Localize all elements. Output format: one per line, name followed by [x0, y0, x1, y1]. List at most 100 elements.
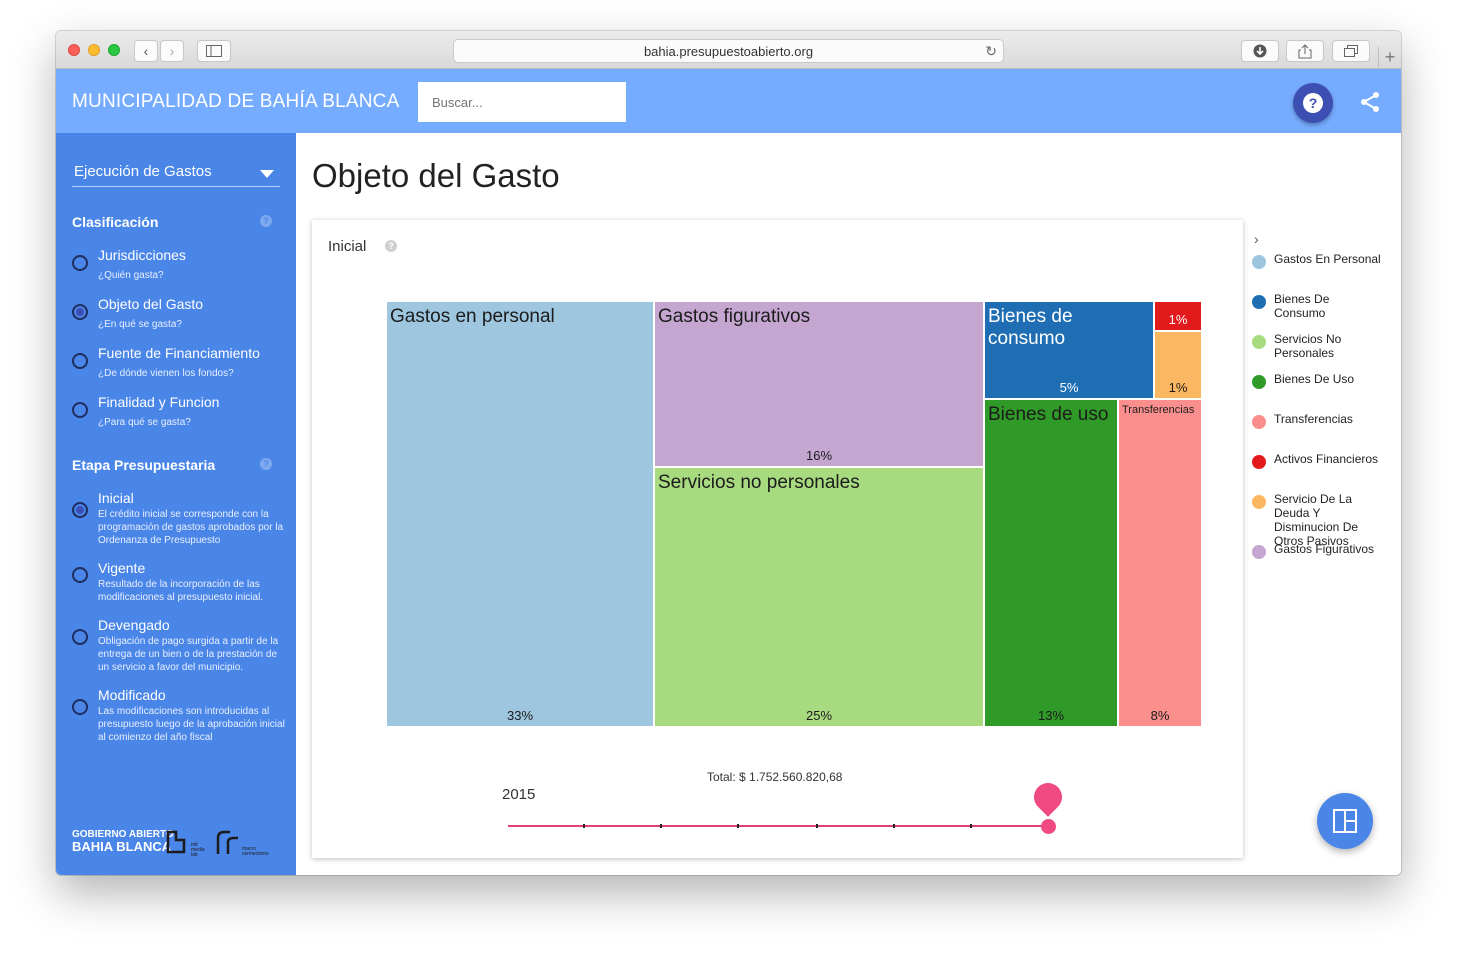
radio-sub: ¿Quién gasta?: [98, 270, 164, 281]
tile-name: Servicios no personales: [658, 472, 860, 493]
radio-button[interactable]: [72, 502, 88, 518]
radio-button[interactable]: [72, 567, 88, 583]
radio-button[interactable]: [72, 699, 88, 715]
app-header: MUNICIPALIDAD DE BAHÍA BLANCA ?: [56, 69, 1401, 133]
treemap-tile-gastos-en-personal[interactable]: Gastos en personal 33%: [386, 301, 654, 727]
tile-percent: 16%: [805, 448, 833, 463]
share-sheet-icon: [1298, 43, 1312, 58]
svg-text:lab: lab: [191, 852, 198, 856]
radio-label: Fuente de Financiamiento: [98, 345, 260, 361]
tile-name: Bienes de consumo: [988, 306, 1073, 349]
timeline-tick: [660, 824, 662, 828]
radio-label: Vigente: [98, 560, 146, 576]
search-input[interactable]: [418, 82, 626, 122]
layout-toggle-button[interactable]: [1317, 793, 1373, 849]
radio-button[interactable]: [72, 402, 88, 418]
total-amount: Total: $ 1.752.560.820,68: [707, 770, 843, 784]
radio-label: Objeto del Gasto: [98, 296, 204, 312]
stage-help-icon[interactable]: ?: [385, 240, 397, 252]
chevron-right-icon: ›: [169, 43, 175, 59]
timeline-slider-track[interactable]: [508, 825, 1048, 827]
chevron-left-icon: ‹: [143, 43, 149, 59]
reload-icon[interactable]: ↻: [985, 43, 997, 60]
legend-label: Gastos Figurativos: [1274, 542, 1375, 556]
browser-window: ‹ › bahia.presupuestoabierto.org ↻ + MUN…: [56, 31, 1401, 875]
new-tab-button[interactable]: +: [1378, 47, 1401, 69]
etapa-help-icon[interactable]: ?: [260, 458, 272, 470]
view-dropdown-value: Ejecución de Gastos: [74, 163, 212, 180]
share-icon[interactable]: [1359, 91, 1381, 113]
radio-sub: Las modificaciones son introducidas al p…: [98, 706, 285, 743]
treemap-tile-transferencias[interactable]: Transferencias 8%: [1118, 399, 1202, 727]
radio-sub: ¿Para qué se gasta?: [98, 417, 191, 428]
tabs-overview-button[interactable]: [1332, 40, 1370, 62]
gobierno-abierto-logo: GOBIERNO ABIERTO BAHIA BLANCA: [72, 829, 174, 853]
treemap: Gastos en personal 33% Gastos figurativo…: [386, 301, 1202, 727]
tile-name: Gastos en personal: [390, 306, 555, 327]
svg-text:connections: connections: [242, 851, 269, 856]
treemap-tile-servicios-no-personales[interactable]: Servicios no personales 25%: [654, 467, 984, 727]
legend-color-dot: [1252, 335, 1266, 349]
share-browser-button[interactable]: [1286, 40, 1324, 62]
help-icon: ?: [1303, 93, 1323, 113]
legend-label: Gastos En Personal: [1274, 252, 1381, 266]
tile-percent: 1%: [1168, 312, 1188, 327]
tile-percent: 25%: [805, 708, 833, 723]
treemap-tile-bienes-de-consumo[interactable]: Bienes de consumo 5%: [984, 301, 1154, 399]
help-button[interactable]: ?: [1293, 83, 1333, 123]
legend-color-dot: [1252, 415, 1266, 429]
tile-percent: 1%: [1168, 380, 1188, 395]
treemap-tile-gastos-figurativos[interactable]: Gastos figurativos 16%: [654, 301, 984, 467]
legend-label: Servicio De La Deuda Y Disminucion De Ot…: [1274, 492, 1359, 548]
tile-percent: 13%: [1037, 708, 1065, 723]
treemap-tile-bienes-de-uso[interactable]: Bienes de uso 13%: [984, 399, 1118, 727]
radio-button[interactable]: [72, 304, 88, 320]
timeline-tick: [970, 824, 972, 828]
timeline-tick: [893, 824, 895, 828]
legend-color-dot: [1252, 375, 1266, 389]
timeline-tick: [583, 824, 585, 828]
browser-toolbar: ‹ › bahia.presupuestoabierto.org ↻ +: [56, 31, 1401, 69]
radio-sub: ¿En qué se gasta?: [98, 319, 182, 330]
address-bar[interactable]: bahia.presupuestoabierto.org ↻: [453, 39, 1004, 63]
tile-percent: 8%: [1150, 708, 1170, 723]
page-title: Objeto del Gasto: [312, 157, 560, 194]
clasificacion-title: Clasificación: [72, 214, 159, 230]
legend-toggle-chevron-icon[interactable]: ›: [1254, 231, 1259, 247]
legend-label: Activos Financieros: [1274, 452, 1379, 466]
minimize-window-button[interactable]: [88, 44, 100, 56]
legend-label: Transferencias: [1274, 412, 1353, 426]
sidebar-toggle-button[interactable]: [197, 40, 231, 62]
view-dropdown[interactable]: Ejecución de Gastos: [72, 163, 280, 187]
legend-color-dot: [1252, 545, 1266, 559]
logo-line-2: BAHIA BLANCA: [72, 839, 172, 854]
treemap-tile-activos-financieros[interactable]: 1%: [1154, 301, 1202, 331]
tile-percent: 5%: [1059, 380, 1079, 395]
radio-sub: Obligación de pago surgida a partir de l…: [98, 636, 279, 673]
brand-title: MUNICIPALIDAD DE BAHÍA BLANCA: [72, 91, 400, 112]
sidebar: Ejecución de Gastos Clasificación ? Juri…: [56, 133, 296, 875]
radio-label: Modificado: [98, 687, 166, 703]
legend-color-dot: [1252, 295, 1266, 309]
back-button[interactable]: ‹: [134, 40, 158, 62]
tile-name: Transferencias: [1122, 404, 1195, 416]
timeline-slider-thumb[interactable]: [1041, 819, 1056, 834]
radio-button[interactable]: [72, 255, 88, 271]
radio-sub: El crédito inicial se corresponde con la…: [98, 509, 284, 546]
legend-color-dot: [1252, 255, 1266, 269]
radio-button[interactable]: [72, 353, 88, 369]
zoom-window-button[interactable]: [108, 44, 120, 56]
forward-button[interactable]: ›: [160, 40, 184, 62]
radio-sub: Resultado de la incorporación de las mod…: [98, 579, 264, 603]
timeline-tick: [816, 824, 818, 828]
clasificacion-help-icon[interactable]: ?: [260, 215, 272, 227]
downloads-button[interactable]: [1241, 40, 1279, 62]
radio-button[interactable]: [72, 629, 88, 645]
legend-color-dot: [1252, 455, 1266, 469]
stage-label: Inicial: [328, 238, 367, 255]
tile-name: Bienes de uso: [988, 404, 1109, 425]
close-window-button[interactable]: [68, 44, 80, 56]
caret-down-icon: [260, 170, 274, 178]
chart-card: Inicial ? Gastos en personal 33% Gastos …: [312, 220, 1243, 858]
treemap-tile-servicio-de-la-deuda[interactable]: 1%: [1154, 331, 1202, 399]
